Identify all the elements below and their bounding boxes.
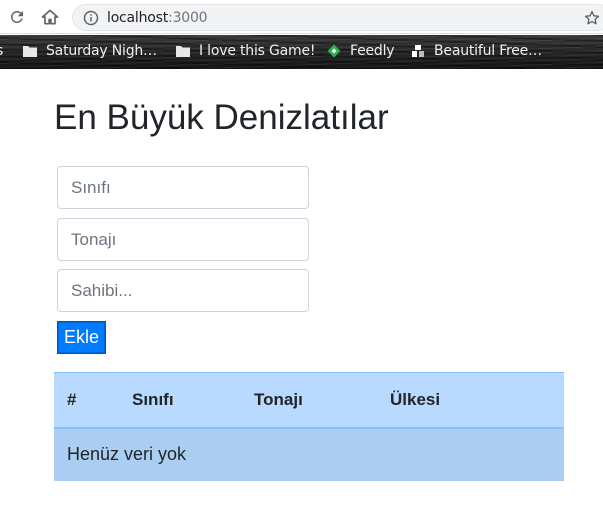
bookmark-label: I love this Game! [199, 43, 316, 59]
folder-icon [23, 46, 37, 57]
reload-button[interactable] [5, 5, 29, 29]
url-text[interactable]: localhost:3000 [107, 10, 208, 26]
table-row: Henüz veri yok [54, 427, 564, 481]
bookmark-label: s [0, 43, 3, 59]
folder-icon [176, 46, 190, 57]
tonnage-input[interactable] [57, 218, 309, 261]
browser-toolbar: localhost:3000 [0, 0, 603, 34]
bookmark-item[interactable]: I love this Game! [175, 41, 315, 61]
bookmark-item[interactable]: Saturday Nigh… [22, 41, 157, 61]
table-header-row: # Sınıfı Tonajı Ülkesi [54, 372, 564, 429]
address-bar[interactable]: localhost:3000 [72, 4, 603, 31]
home-button[interactable] [38, 5, 62, 29]
site-favicon-icon [412, 45, 424, 57]
bookmark-label: Saturday Nigh… [46, 43, 157, 59]
column-header-country: Ülkesi [377, 372, 564, 429]
reload-icon [10, 10, 23, 23]
ships-table: # Sınıfı Tonajı Ülkesi Henüz veri yok [54, 372, 564, 481]
bookmark-item[interactable]: s [0, 41, 3, 61]
empty-message: Henüz veri yok [67, 444, 187, 464]
class-input[interactable] [57, 166, 309, 209]
owner-input[interactable] [57, 269, 309, 312]
add-button[interactable]: Ekle [57, 321, 107, 354]
bookmark-label: Beautiful Free… [434, 43, 542, 59]
home-icon [41, 9, 59, 25]
bookmark-label: Feedly [350, 43, 395, 59]
bookmark-item[interactable]: Beautiful Free… [410, 41, 542, 61]
feedly-icon [327, 44, 341, 58]
bookmarks-bar: s Saturday Nigh… I love this Game! Feedl… [0, 35, 603, 69]
column-header-class: Sınıfı [119, 372, 241, 429]
column-header-tonnage: Tonajı [241, 372, 377, 429]
bookmark-star-icon[interactable] [583, 9, 601, 27]
info-icon[interactable] [83, 10, 99, 26]
bookmark-item[interactable]: Feedly [326, 41, 395, 61]
page-title: En Büyük Denizlatılar [54, 98, 389, 137]
column-header-index: # [54, 372, 119, 429]
